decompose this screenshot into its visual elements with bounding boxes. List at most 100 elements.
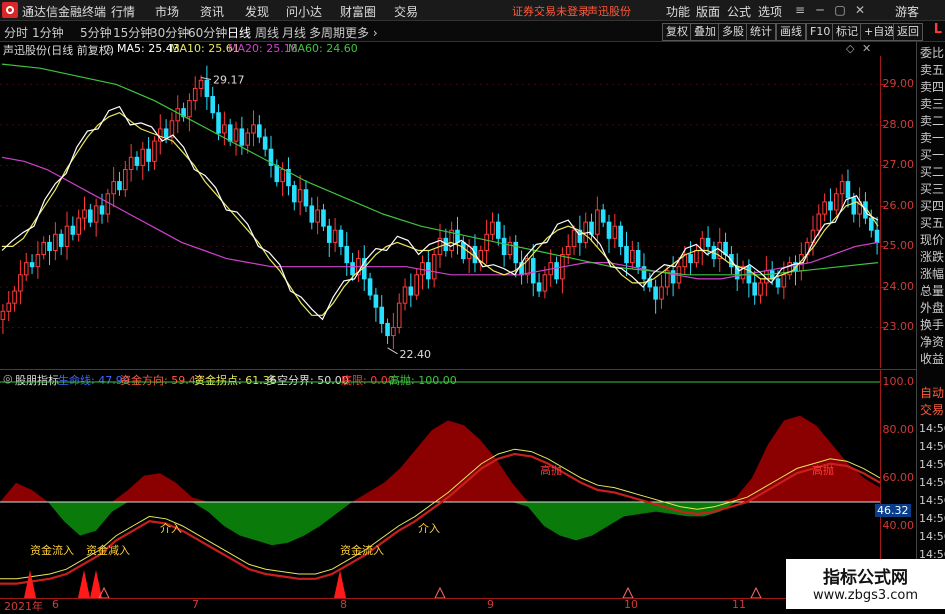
orderbook-row-label[interactable]: 总量 xyxy=(920,282,944,299)
orderbook-row-label[interactable]: 买一 xyxy=(920,146,944,163)
orderbook-row-label[interactable]: 现价 xyxy=(920,231,944,248)
candlestick-chart[interactable]: 29.17 22.40 xyxy=(0,56,880,368)
candle-down xyxy=(705,237,711,247)
watermark-title: 指标公式网 xyxy=(823,568,908,588)
candle-down xyxy=(70,225,76,235)
period-15min[interactable]: 15分钟 xyxy=(113,24,152,41)
orderbook-row-label[interactable]: 收益 xyxy=(920,350,944,367)
menu-trade[interactable]: 交易 xyxy=(394,3,418,20)
orderbook-row-label[interactable]: 买二 xyxy=(920,163,944,180)
period-daily[interactable]: 日线 xyxy=(227,24,251,41)
orderbook-row-label[interactable]: 买五 xyxy=(920,214,944,231)
tool-multi-stock[interactable]: 多股 xyxy=(718,23,748,41)
price-tick-mark xyxy=(881,286,885,288)
tool-draw[interactable]: 画线 xyxy=(776,23,806,41)
price-tick-mark xyxy=(881,124,885,126)
tool-adjust[interactable]: 复权 xyxy=(662,23,692,41)
period-timeshare[interactable]: 分时 xyxy=(4,24,28,41)
close-icon[interactable]: ✕ xyxy=(852,2,868,18)
price-tick-mark xyxy=(881,327,885,329)
candle-up xyxy=(816,213,822,231)
period-60min[interactable]: 60分钟 xyxy=(188,24,227,41)
orderbook-row-label[interactable]: 卖二 xyxy=(920,112,944,129)
candle-up xyxy=(233,128,239,142)
tool-f10[interactable]: F10 xyxy=(806,23,835,41)
guest-label[interactable]: 游客 xyxy=(895,3,919,20)
menu-function[interactable]: 功能 xyxy=(666,3,690,20)
menu-quotes[interactable]: 行情 xyxy=(111,3,135,20)
menu-formula[interactable]: 公式 xyxy=(727,3,751,20)
orderbook-row-label[interactable]: 外盘 xyxy=(920,299,944,316)
orderbook-row-label[interactable]: 买三 xyxy=(920,180,944,197)
orderbook-row-label[interactable]: 卖一 xyxy=(920,129,944,146)
trade-time-label: 14:56 xyxy=(919,512,945,525)
menu-options[interactable]: 选项 xyxy=(758,3,782,20)
orderbook-row-label[interactable]: 卖五 xyxy=(920,61,944,78)
auto-trade-label[interactable]: 交易 xyxy=(920,401,944,418)
menu-market[interactable]: 市场 xyxy=(155,3,179,20)
period-more[interactable]: 更多 › xyxy=(345,24,378,41)
candle-up xyxy=(391,326,396,337)
watermark-url: www.zbgs3.com xyxy=(812,588,919,603)
candle-up xyxy=(822,201,827,215)
indicator-chart[interactable]: 资金流入 资金减入 资金流入介入 介入高抛 高抛 xyxy=(0,370,880,598)
tool-overlay[interactable]: 叠加 xyxy=(690,23,720,41)
period-5min[interactable]: 5分钟 xyxy=(80,24,112,41)
orderbook-row-label[interactable]: 买四 xyxy=(920,197,944,214)
period-more-label: 更多 xyxy=(345,26,370,40)
menu-discover[interactable]: 发现 xyxy=(245,3,269,20)
period-monthly[interactable]: 月线 xyxy=(282,24,306,41)
orderbook-row-label[interactable]: 委比 xyxy=(920,44,944,61)
orderbook-row-label[interactable]: 净资 xyxy=(920,333,944,350)
order-book-panel: 委比 卖五 卖四 卖三 卖二 卖一 买一 买二 买三 买四 买五 现价 涨跌 涨幅 总量 外盘 换手 净资 收益自动… xyxy=(916,42,945,609)
login-notice[interactable]: 证券交易未登录 xyxy=(512,3,589,19)
settings-icon[interactable]: ◎ xyxy=(104,42,114,55)
menu-icon[interactable]: ≡ xyxy=(792,2,808,18)
candle-up xyxy=(152,140,157,162)
trade-time-label: 14:56 xyxy=(919,422,945,435)
menu-news[interactable]: 资讯 xyxy=(200,3,224,20)
tool-back[interactable]: 返回 xyxy=(893,23,923,41)
orderbook-row-label[interactable]: 涨跌 xyxy=(920,248,944,265)
tool-mark[interactable]: 标记 xyxy=(832,23,862,41)
period-weekly[interactable]: 周线 xyxy=(255,24,279,41)
candle-down xyxy=(461,241,466,260)
candle-up xyxy=(565,245,571,256)
menu-ask-xiaoda[interactable]: 问小达 xyxy=(286,3,322,20)
candle-down xyxy=(146,148,151,162)
tool-stats[interactable]: 统计 xyxy=(746,23,776,41)
orderbook-row-label[interactable]: 涨幅 xyxy=(920,265,944,282)
menu-wealth-circle[interactable]: 财富圈 xyxy=(340,3,376,20)
candle-down xyxy=(239,128,245,146)
minimize-icon[interactable]: ─ xyxy=(812,2,828,18)
candle-down xyxy=(530,258,536,284)
high-price-label: 29.17 xyxy=(213,73,245,86)
bear-area xyxy=(0,502,880,546)
signal-entry-label: 介入 xyxy=(160,522,182,535)
candle-up xyxy=(198,79,204,89)
candle-down xyxy=(88,209,93,223)
ma60-value: MA60: 24.60 xyxy=(288,42,358,55)
period-30min[interactable]: 30分钟 xyxy=(150,24,189,41)
candle-down xyxy=(134,156,140,166)
candle-up xyxy=(542,274,548,292)
ma-info-line: 声迅股份(日线 前复权) ◎ MA5: 25.43 MA10: 25.61 MA… xyxy=(0,42,880,57)
period-1min[interactable]: 1分钟 xyxy=(32,24,64,41)
menu-layout[interactable]: 版面 xyxy=(696,3,720,20)
candle-up xyxy=(18,274,23,292)
candle-down xyxy=(554,262,559,280)
orderbook-row-label[interactable]: 卖三 xyxy=(920,95,944,112)
orderbook-row-label[interactable]: 卖四 xyxy=(920,78,944,95)
xaxis-label-month: 11 xyxy=(732,598,746,611)
price-tick-label: 25.00 xyxy=(882,239,915,253)
candle-up xyxy=(187,100,192,118)
close-pane-icon[interactable]: ✕ xyxy=(862,42,871,55)
expand-icon[interactable]: ◇ xyxy=(846,42,854,55)
candle-down xyxy=(326,225,332,243)
period-multi[interactable]: 多周期 xyxy=(309,24,345,41)
auto-trade-label[interactable]: 自动 xyxy=(920,384,944,401)
low-price-label: 22.40 xyxy=(400,348,432,361)
price-tick-label: 27.00 xyxy=(882,158,915,172)
maximize-icon[interactable]: ▢ xyxy=(832,2,848,18)
orderbook-row-label[interactable]: 换手 xyxy=(920,316,944,333)
